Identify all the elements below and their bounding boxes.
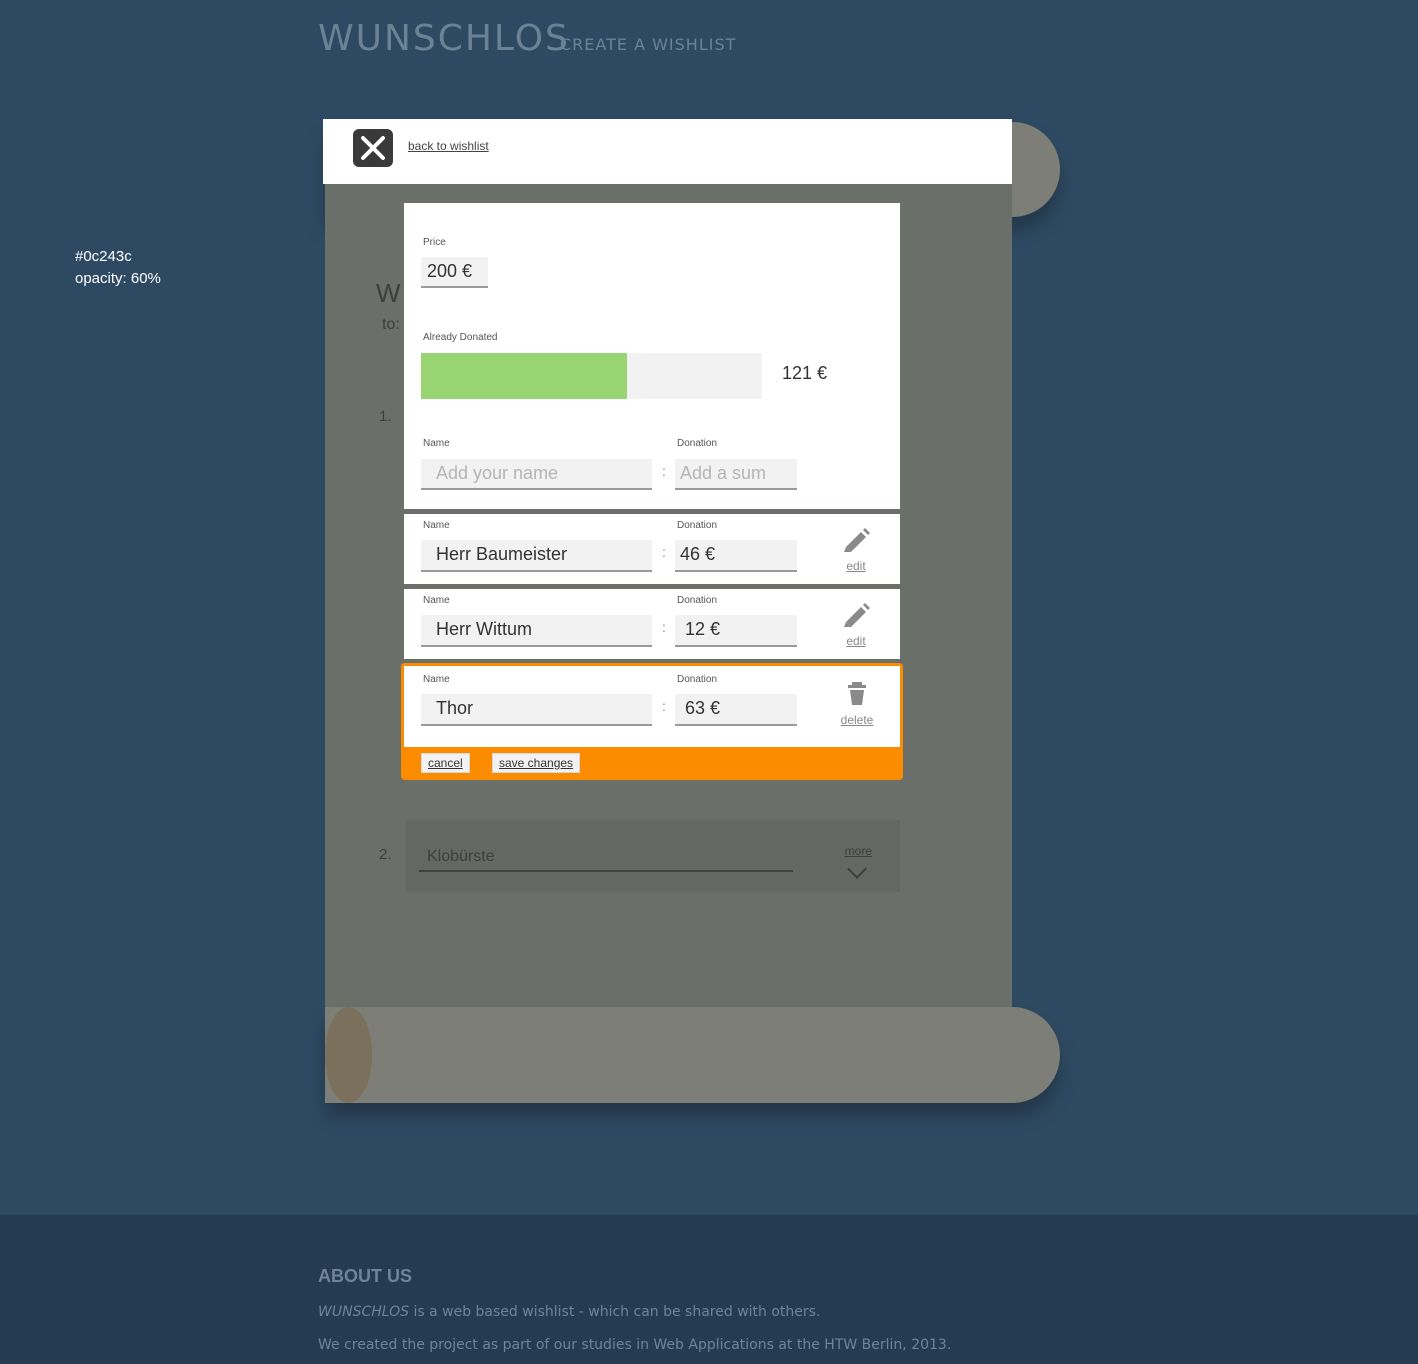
wish-item-name[interactable]: Klobürste (419, 842, 793, 872)
price-label: Price (423, 237, 446, 248)
separator: : (662, 698, 666, 714)
donation-label: Donation (677, 595, 718, 606)
donor-row: Name Donation Herr Wittum : 12 € edit (404, 589, 900, 659)
pencil-icon (844, 603, 870, 627)
name-label: Name (423, 520, 450, 531)
wishlist-recipient: to: (382, 316, 400, 333)
donation-progress-bar (421, 353, 762, 399)
separator: : (662, 463, 666, 479)
donor-sum-field[interactable]: 46 € (675, 540, 797, 572)
donor-name-field[interactable]: Herr Wittum (421, 615, 652, 647)
name-label: Name (423, 595, 450, 606)
brand-name: WUNSCHLOS (318, 1304, 410, 1320)
item-number-1: 1. (379, 408, 392, 425)
editing-donor-fields: Name Donation Thor : 63 € delete (404, 666, 900, 747)
wish-item-2[interactable]: Klobürste more (406, 820, 900, 892)
wishlist-title: W (376, 278, 401, 308)
modal-top-bar: back to wishlist (323, 119, 1012, 184)
annotation-opacity: opacity: 60% (75, 270, 161, 287)
scroll-bottom-roll (325, 1007, 1060, 1103)
edit-button[interactable]: edit (831, 526, 881, 573)
price-field[interactable]: 200 € (421, 257, 488, 288)
about-text-1-rest: is a web based wishlist - which can be s… (409, 1304, 821, 1320)
close-icon (361, 136, 385, 160)
save-changes-button[interactable]: save changes (492, 753, 581, 773)
donor-name-field[interactable]: Thor (421, 694, 652, 726)
already-donated-label: Already Donated (423, 332, 498, 343)
donation-progress-fill (421, 353, 628, 399)
edit-button[interactable]: edit (831, 601, 881, 648)
create-wishlist-link[interactable]: CREATE A WISHLIST (560, 35, 736, 54)
donation-label: Donation (677, 520, 718, 531)
name-input[interactable]: Add your name (421, 459, 652, 490)
donation-detail-card: Price 200 € Already Donated 121 € Name D… (404, 203, 900, 509)
logo[interactable]: WUNSCHLOS (318, 18, 570, 59)
edit-label[interactable]: edit (831, 634, 881, 648)
edit-label[interactable]: edit (831, 559, 881, 573)
donated-amount: 121 € (782, 363, 828, 383)
separator: : (662, 619, 666, 635)
cancel-button[interactable]: cancel (421, 753, 470, 773)
annotation-color: #0c243c (75, 248, 132, 265)
about-text-2: We created the project as part of our st… (318, 1337, 952, 1353)
about-us-heading: ABOUT US (318, 1266, 412, 1286)
donor-row: Name Donation Herr Baumeister : 46 € edi… (404, 514, 900, 584)
item-number-2: 2. (379, 846, 392, 863)
name-label: Name (423, 674, 450, 685)
more-link[interactable]: more (845, 844, 872, 858)
donor-name-field[interactable]: Herr Baumeister (421, 540, 652, 572)
donor-sum-field[interactable]: 63 € (675, 694, 797, 726)
pencil-icon (844, 528, 870, 552)
separator: : (662, 544, 666, 560)
donation-label: Donation (677, 674, 718, 685)
chevron-down-icon[interactable] (847, 859, 867, 879)
donation-label: Donation (677, 438, 718, 449)
trash-icon (848, 682, 866, 705)
back-to-wishlist-link[interactable]: back to wishlist (408, 139, 489, 153)
close-button[interactable] (353, 129, 393, 167)
donor-sum-field[interactable]: 12 € (675, 615, 797, 647)
delete-label[interactable]: delete (832, 713, 882, 727)
editing-donor-row: Name Donation Thor : 63 € delete cancel … (401, 663, 903, 780)
scroll-bottom-roll-end (325, 1007, 372, 1103)
about-text-1: WUNSCHLOS is a web based wishlist - whic… (318, 1304, 820, 1320)
delete-button[interactable]: delete (832, 682, 882, 727)
name-label: Name (423, 438, 450, 449)
sum-input[interactable]: Add a sum (675, 459, 797, 490)
design-annotation: #0c243c opacity: 60% (75, 246, 161, 290)
